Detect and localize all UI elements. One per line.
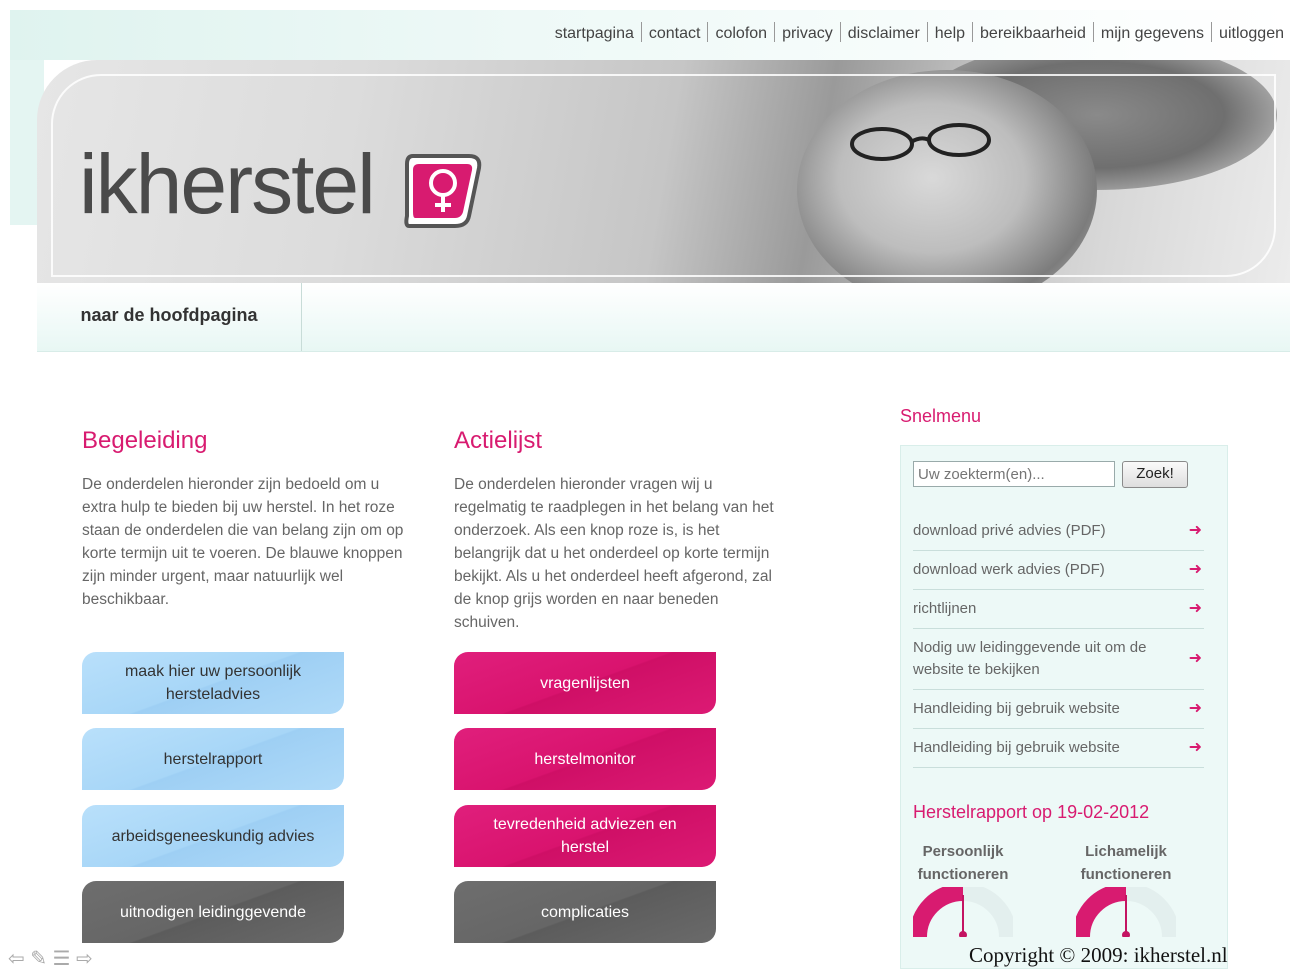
arrow-right-icon: ➜ xyxy=(1188,650,1202,667)
nav-separator xyxy=(640,22,642,42)
link-werk-advies[interactable]: download werk advies (PDF) ➜ xyxy=(913,551,1204,590)
female-symbol-leaf-icon xyxy=(404,154,482,228)
header-banner: ikherstel xyxy=(37,60,1290,283)
nav-uitloggen[interactable]: uitloggen xyxy=(1219,25,1284,42)
arrow-right-icon: ➜ xyxy=(1188,522,1202,539)
snelmenu-title: Snelmenu xyxy=(900,406,982,426)
nav-separator xyxy=(926,22,928,42)
search-input[interactable] xyxy=(913,461,1115,487)
link-handleiding[interactable]: Handleiding bij gebruik website ➜ xyxy=(913,690,1204,729)
link-prive-advies[interactable]: download privé advies (PDF) ➜ xyxy=(913,512,1204,551)
top-navigation: startpagina contact colofon privacy disclaim… xyxy=(555,22,1284,43)
footer-toolbar: ⇦ ✎ ☰ ⇨ xyxy=(8,946,93,971)
gauge-label-persoonlijk: Persoonlijk functioneren xyxy=(917,843,1009,883)
link-nodig-leidinggevende[interactable]: Nodig uw leidinggevende uit om de websit… xyxy=(913,629,1204,690)
nav-separator xyxy=(1092,22,1094,42)
forward-arrow-icon[interactable]: ⇨ xyxy=(76,948,93,970)
nav-startpagina[interactable]: startpagina xyxy=(555,25,634,42)
home-link[interactable]: naar de hoofdpagina xyxy=(37,283,302,351)
nav-separator xyxy=(839,22,841,42)
nav-contact[interactable]: contact xyxy=(649,25,701,42)
link-label: download werk advies (PDF) xyxy=(913,561,1105,578)
gauge-label-lichamelijk: Lichamelijk functioneren xyxy=(1080,843,1172,883)
arrow-right-icon: ➜ xyxy=(1188,700,1202,717)
tevredenheid-button[interactable]: tevredenheid adviezen en herstel xyxy=(454,805,716,867)
nav-help[interactable]: help xyxy=(935,25,965,42)
gauge-lichamelijk xyxy=(1076,887,1176,937)
begeleiding-title: Begeleiding xyxy=(82,427,208,454)
gauge-persoonlijk xyxy=(913,887,1013,937)
back-arrow-icon[interactable]: ⇦ xyxy=(8,948,25,970)
complicaties-button[interactable]: complicaties xyxy=(454,881,716,943)
link-label: Handleiding bij gebruik website xyxy=(913,700,1120,717)
herstelmonitor-button[interactable]: herstelmonitor xyxy=(454,728,716,790)
list-icon[interactable]: ☰ xyxy=(53,948,71,970)
vragenlijsten-button[interactable]: vragenlijsten xyxy=(454,652,716,714)
actielijst-title: Actielijst xyxy=(454,427,543,454)
snelmenu-links: download privé advies (PDF) ➜ download we… xyxy=(913,512,1204,768)
nav-separator xyxy=(707,22,709,42)
link-label: download privé advies (PDF) xyxy=(913,522,1106,539)
link-label: Handleiding bij gebruik website xyxy=(913,739,1120,756)
persoonlijk-hersteladvies-button[interactable]: maak hier uw persoonlijk hersteladvies xyxy=(82,652,344,714)
nav-separator xyxy=(972,22,974,42)
nav-bereikbaarheid[interactable]: bereikbaarheid xyxy=(980,25,1086,42)
arrow-right-icon: ➜ xyxy=(1188,739,1202,756)
sub-navigation: naar de hoofdpagina xyxy=(37,283,1290,352)
begeleiding-text: De onderdelen hieronder zijn bedoeld om … xyxy=(82,476,404,608)
herstelrapport-button[interactable]: herstelrapport xyxy=(82,728,344,790)
search-button[interactable]: Zoek! xyxy=(1122,461,1188,488)
herstelrapport-title: Herstelrapport op 19-02-2012 xyxy=(913,802,1150,822)
logo-text: ikherstel xyxy=(79,137,376,231)
arrow-right-icon: ➜ xyxy=(1188,600,1202,617)
link-richtlijnen[interactable]: richtlijnen ➜ xyxy=(913,590,1204,629)
actielijst-text: De onderdelen hieronder vragen wij u reg… xyxy=(454,476,774,631)
uitnodigen-leidinggevende-button[interactable]: uitnodigen leidinggevende xyxy=(82,881,344,943)
pencil-icon[interactable]: ✎ xyxy=(30,948,47,970)
nav-separator xyxy=(1211,22,1213,42)
link-handleiding[interactable]: Handleiding bij gebruik website ➜ xyxy=(913,729,1204,768)
copyright-text: Copyright © 2009: ikherstel.nl xyxy=(969,943,1228,967)
link-label: richtlijnen xyxy=(913,600,977,617)
link-label: Nodig uw leidinggevende uit om de websit… xyxy=(913,639,1147,678)
nav-mijn-gegevens[interactable]: mijn gegevens xyxy=(1101,25,1204,42)
nav-separator xyxy=(774,22,776,42)
arbeidsgeneeskundig-advies-button[interactable]: arbeidsgeneeskundig advies xyxy=(82,805,344,867)
arrow-right-icon: ➜ xyxy=(1188,561,1202,578)
nav-disclaimer[interactable]: disclaimer xyxy=(848,25,920,42)
nav-colofon[interactable]: colofon xyxy=(715,25,767,42)
nav-privacy[interactable]: privacy xyxy=(782,25,833,42)
